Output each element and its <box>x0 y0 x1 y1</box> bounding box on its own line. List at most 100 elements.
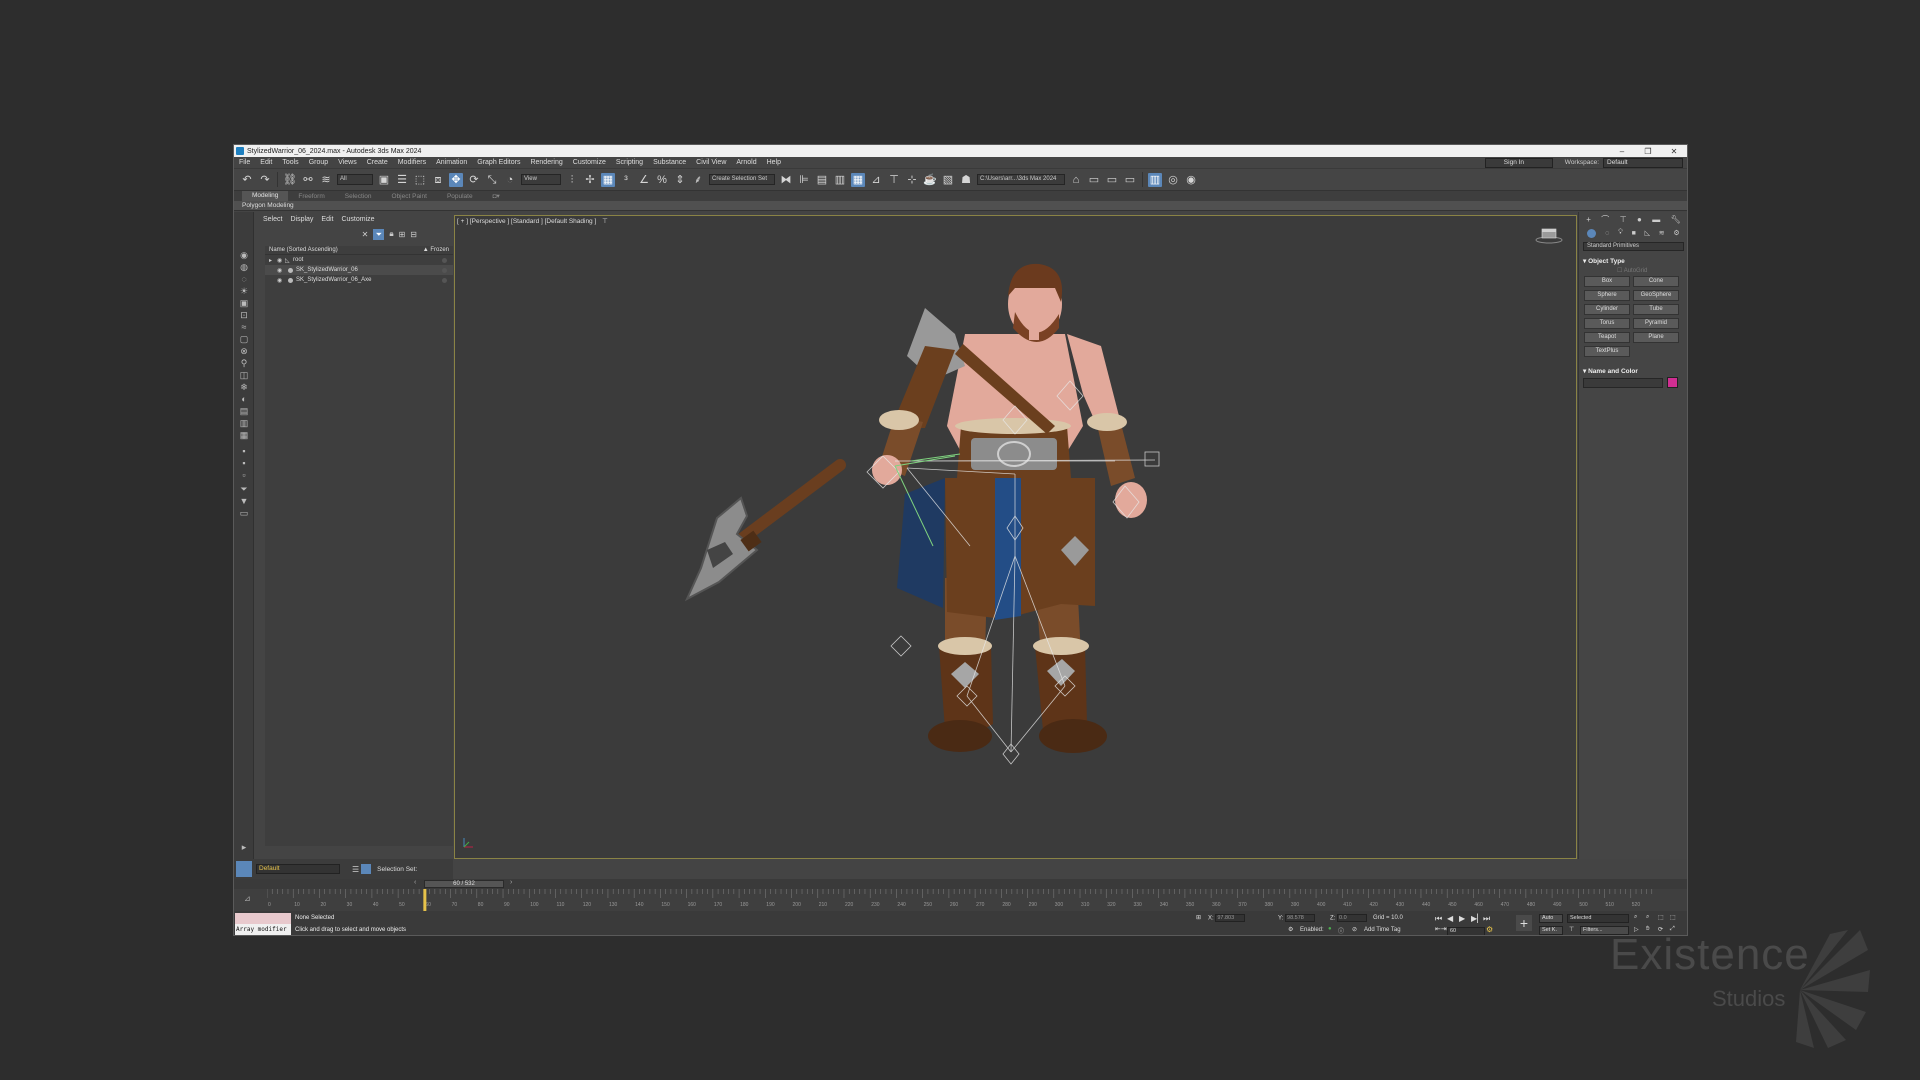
textplus-button[interactable]: TextPlus <box>1584 346 1630 357</box>
undo-icon[interactable]: ↶ <box>240 173 254 187</box>
groups-filter-icon[interactable]: ▢ <box>239 334 249 344</box>
tab-freeform[interactable]: Freeform <box>288 193 334 200</box>
warrior-character-model[interactable] <box>455 216 1576 858</box>
cone-button[interactable]: Cone <box>1633 276 1679 287</box>
set-key-button[interactable]: Set K. <box>1539 926 1563 935</box>
time-tag-icon[interactable]: ⊘ <box>1352 926 1357 933</box>
helpers-category-icon[interactable]: ◺ <box>1645 229 1650 237</box>
frozen-indicator[interactable] <box>442 267 447 273</box>
mirror-icon[interactable]: ⧓ <box>779 173 793 187</box>
percent-snap-icon[interactable]: % <box>655 173 669 187</box>
z-coordinate-input[interactable]: 0.0 <box>1337 914 1368 922</box>
menu-help[interactable]: Help <box>762 159 786 166</box>
key-filter-icon[interactable]: ⊤ <box>1569 926 1574 933</box>
track-bar[interactable]: ⊿ 0 10 20 30 40 50 60 70 80 90 100 110 120 130 140 150 1… <box>234 889 1687 911</box>
adaptive-degradation-icon[interactable]: ⚙ <box>1288 926 1293 933</box>
object-type-rollout[interactable]: ▾ Object Type <box>1583 257 1684 265</box>
select-object-icon[interactable]: ▣ <box>377 173 391 187</box>
selection-set-icon[interactable] <box>361 864 372 874</box>
filter-icon[interactable]: ▼ <box>239 496 249 506</box>
none-filter-icon[interactable]: ▥ <box>239 418 249 428</box>
close-button[interactable]: ✕ <box>1661 147 1687 156</box>
next-frame-icon[interactable]: ▶▏ <box>1471 914 1483 923</box>
rectangular-selection-icon[interactable]: ⬚ <box>413 173 427 187</box>
time-config-icon[interactable]: ⚙ <box>1486 925 1493 934</box>
xrefs-filter-icon[interactable]: ⊗ <box>239 346 249 356</box>
link-icon[interactable]: ⛓ <box>283 173 297 187</box>
name-color-rollout[interactable]: ▾ Name and Color <box>1583 367 1684 375</box>
selection-filter-select[interactable]: All <box>337 174 373 185</box>
tab-object-paint[interactable]: Object Paint <box>382 193 437 200</box>
spacewarps-category-icon[interactable]: ≋ <box>1659 229 1665 237</box>
toggle-ribbon-icon[interactable]: ▦ <box>851 172 865 187</box>
y-coordinate-input[interactable]: 98.578 <box>1285 914 1316 922</box>
enabled-indicator-icon[interactable]: ● <box>1328 926 1332 932</box>
funnel-icon[interactable]: ⏷ <box>239 484 249 494</box>
select-manipulate-icon[interactable]: ✢ <box>583 173 597 187</box>
plane-button[interactable]: Plane <box>1633 332 1679 343</box>
rendered-frame-window-icon[interactable]: ▧ <box>941 173 955 187</box>
time-prev-icon[interactable]: ‹ <box>414 879 416 886</box>
curve-editor-icon[interactable]: ⊿ <box>869 173 883 187</box>
menu-modifiers[interactable]: Modifiers <box>393 159 431 166</box>
column-frozen[interactable]: ▲ Frozen <box>423 246 449 254</box>
menu-rendering[interactable]: Rendering <box>525 159 567 166</box>
reference-coordinate-select[interactable]: View <box>521 174 561 185</box>
isolate-lock-icon[interactable]: ⊞ <box>1196 914 1201 921</box>
cameras-filter-icon[interactable]: ▣ <box>239 298 249 308</box>
motion-tab-icon[interactable]: ● <box>1637 215 1642 224</box>
workspace-select[interactable]: Default <box>1603 157 1683 168</box>
tree-row-root[interactable]: ▸ ◉ ◺ root <box>265 255 453 265</box>
zoom-extents-all-icon[interactable]: ⬚ <box>1670 914 1676 921</box>
folder-icon[interactable]: ▭ <box>1087 173 1101 187</box>
create-tab-icon[interactable]: + <box>1586 215 1591 224</box>
pyramid-button[interactable]: Pyramid <box>1633 318 1679 329</box>
pivot-center-icon[interactable]: ⫶ <box>565 173 579 187</box>
unlink-icon[interactable]: ⚯ <box>301 173 315 187</box>
zoom-extents-icon[interactable]: ⬚ <box>1658 914 1664 921</box>
object-name-input[interactable] <box>1583 377 1663 388</box>
previous-frame-icon[interactable]: ◀ <box>1447 914 1453 923</box>
key-mode-icon[interactable]: ⇤⇥ <box>1435 925 1447 933</box>
perspective-viewport[interactable]: [ + ] [Perspective ] [Standard ] [Defaul… <box>454 215 1577 859</box>
box-button[interactable]: Box <box>1584 276 1630 287</box>
geosphere-button[interactable]: GeoSphere <box>1633 290 1679 301</box>
snaps-toggle-icon[interactable]: ³ <box>619 173 633 187</box>
autogrid-checkbox[interactable]: ☐ AutoGrid <box>1617 267 1687 274</box>
layer-settings-icon[interactable]: ▫ <box>239 470 249 480</box>
menu-scripting[interactable]: Scripting <box>611 159 648 166</box>
menu-customize[interactable]: Customize <box>568 159 611 166</box>
torus-button[interactable]: Torus <box>1584 318 1630 329</box>
align-icon[interactable]: ⊫ <box>797 173 811 187</box>
go-to-start-icon[interactable]: ⏮ <box>1435 914 1442 924</box>
rotate-icon[interactable]: ⟳ <box>467 173 481 187</box>
toggle-scene-explorer-icon[interactable]: ▤ <box>815 173 829 187</box>
all-filter-icon[interactable]: ▤ <box>239 406 249 416</box>
axe-model[interactable] <box>684 459 846 602</box>
maxscript-listener[interactable]: Array modifier <box>235 913 291 935</box>
bones-filter-icon[interactable]: ⚲ <box>239 358 249 368</box>
menu-arnold[interactable]: Arnold <box>731 159 761 166</box>
open-folder-icon[interactable]: ⌂ <box>1069 173 1083 187</box>
invert-filter-icon[interactable]: ▦ <box>239 430 249 440</box>
arnold-icon[interactable]: ◉ <box>1184 173 1198 187</box>
auto-key-button[interactable]: Auto <box>1539 914 1563 923</box>
expand-arrow-icon[interactable]: ▸ <box>269 257 277 264</box>
eye-icon[interactable]: ◉ <box>277 267 285 274</box>
primitive-type-select[interactable]: Standard Primitives <box>1583 242 1684 251</box>
substance-icon[interactable]: ◎ <box>1166 173 1180 187</box>
cylinder-button[interactable]: Cylinder <box>1584 304 1630 315</box>
hierarchy-tab-icon[interactable]: ⊤ <box>1620 215 1627 224</box>
layer-icon[interactable]: ▪ <box>239 446 249 456</box>
clear-search-icon[interactable]: ✕ <box>362 230 369 239</box>
scale-icon[interactable]: ⤡ <box>485 173 499 187</box>
shapes-category-icon[interactable]: ◌ <box>1605 230 1609 237</box>
lights-filter-icon[interactable]: ☀ <box>239 286 249 296</box>
box-icon[interactable]: ▭ <box>239 508 249 518</box>
utilities-tab-icon[interactable]: 🔧︎ <box>1671 215 1681 224</box>
tab-selection[interactable]: Selection <box>335 193 382 200</box>
move-icon[interactable]: ✥ <box>449 172 463 187</box>
explorer-menu-customize[interactable]: Customize <box>337 216 378 223</box>
maxscript-output[interactable] <box>235 913 291 924</box>
tube-button[interactable]: Tube <box>1633 304 1679 315</box>
